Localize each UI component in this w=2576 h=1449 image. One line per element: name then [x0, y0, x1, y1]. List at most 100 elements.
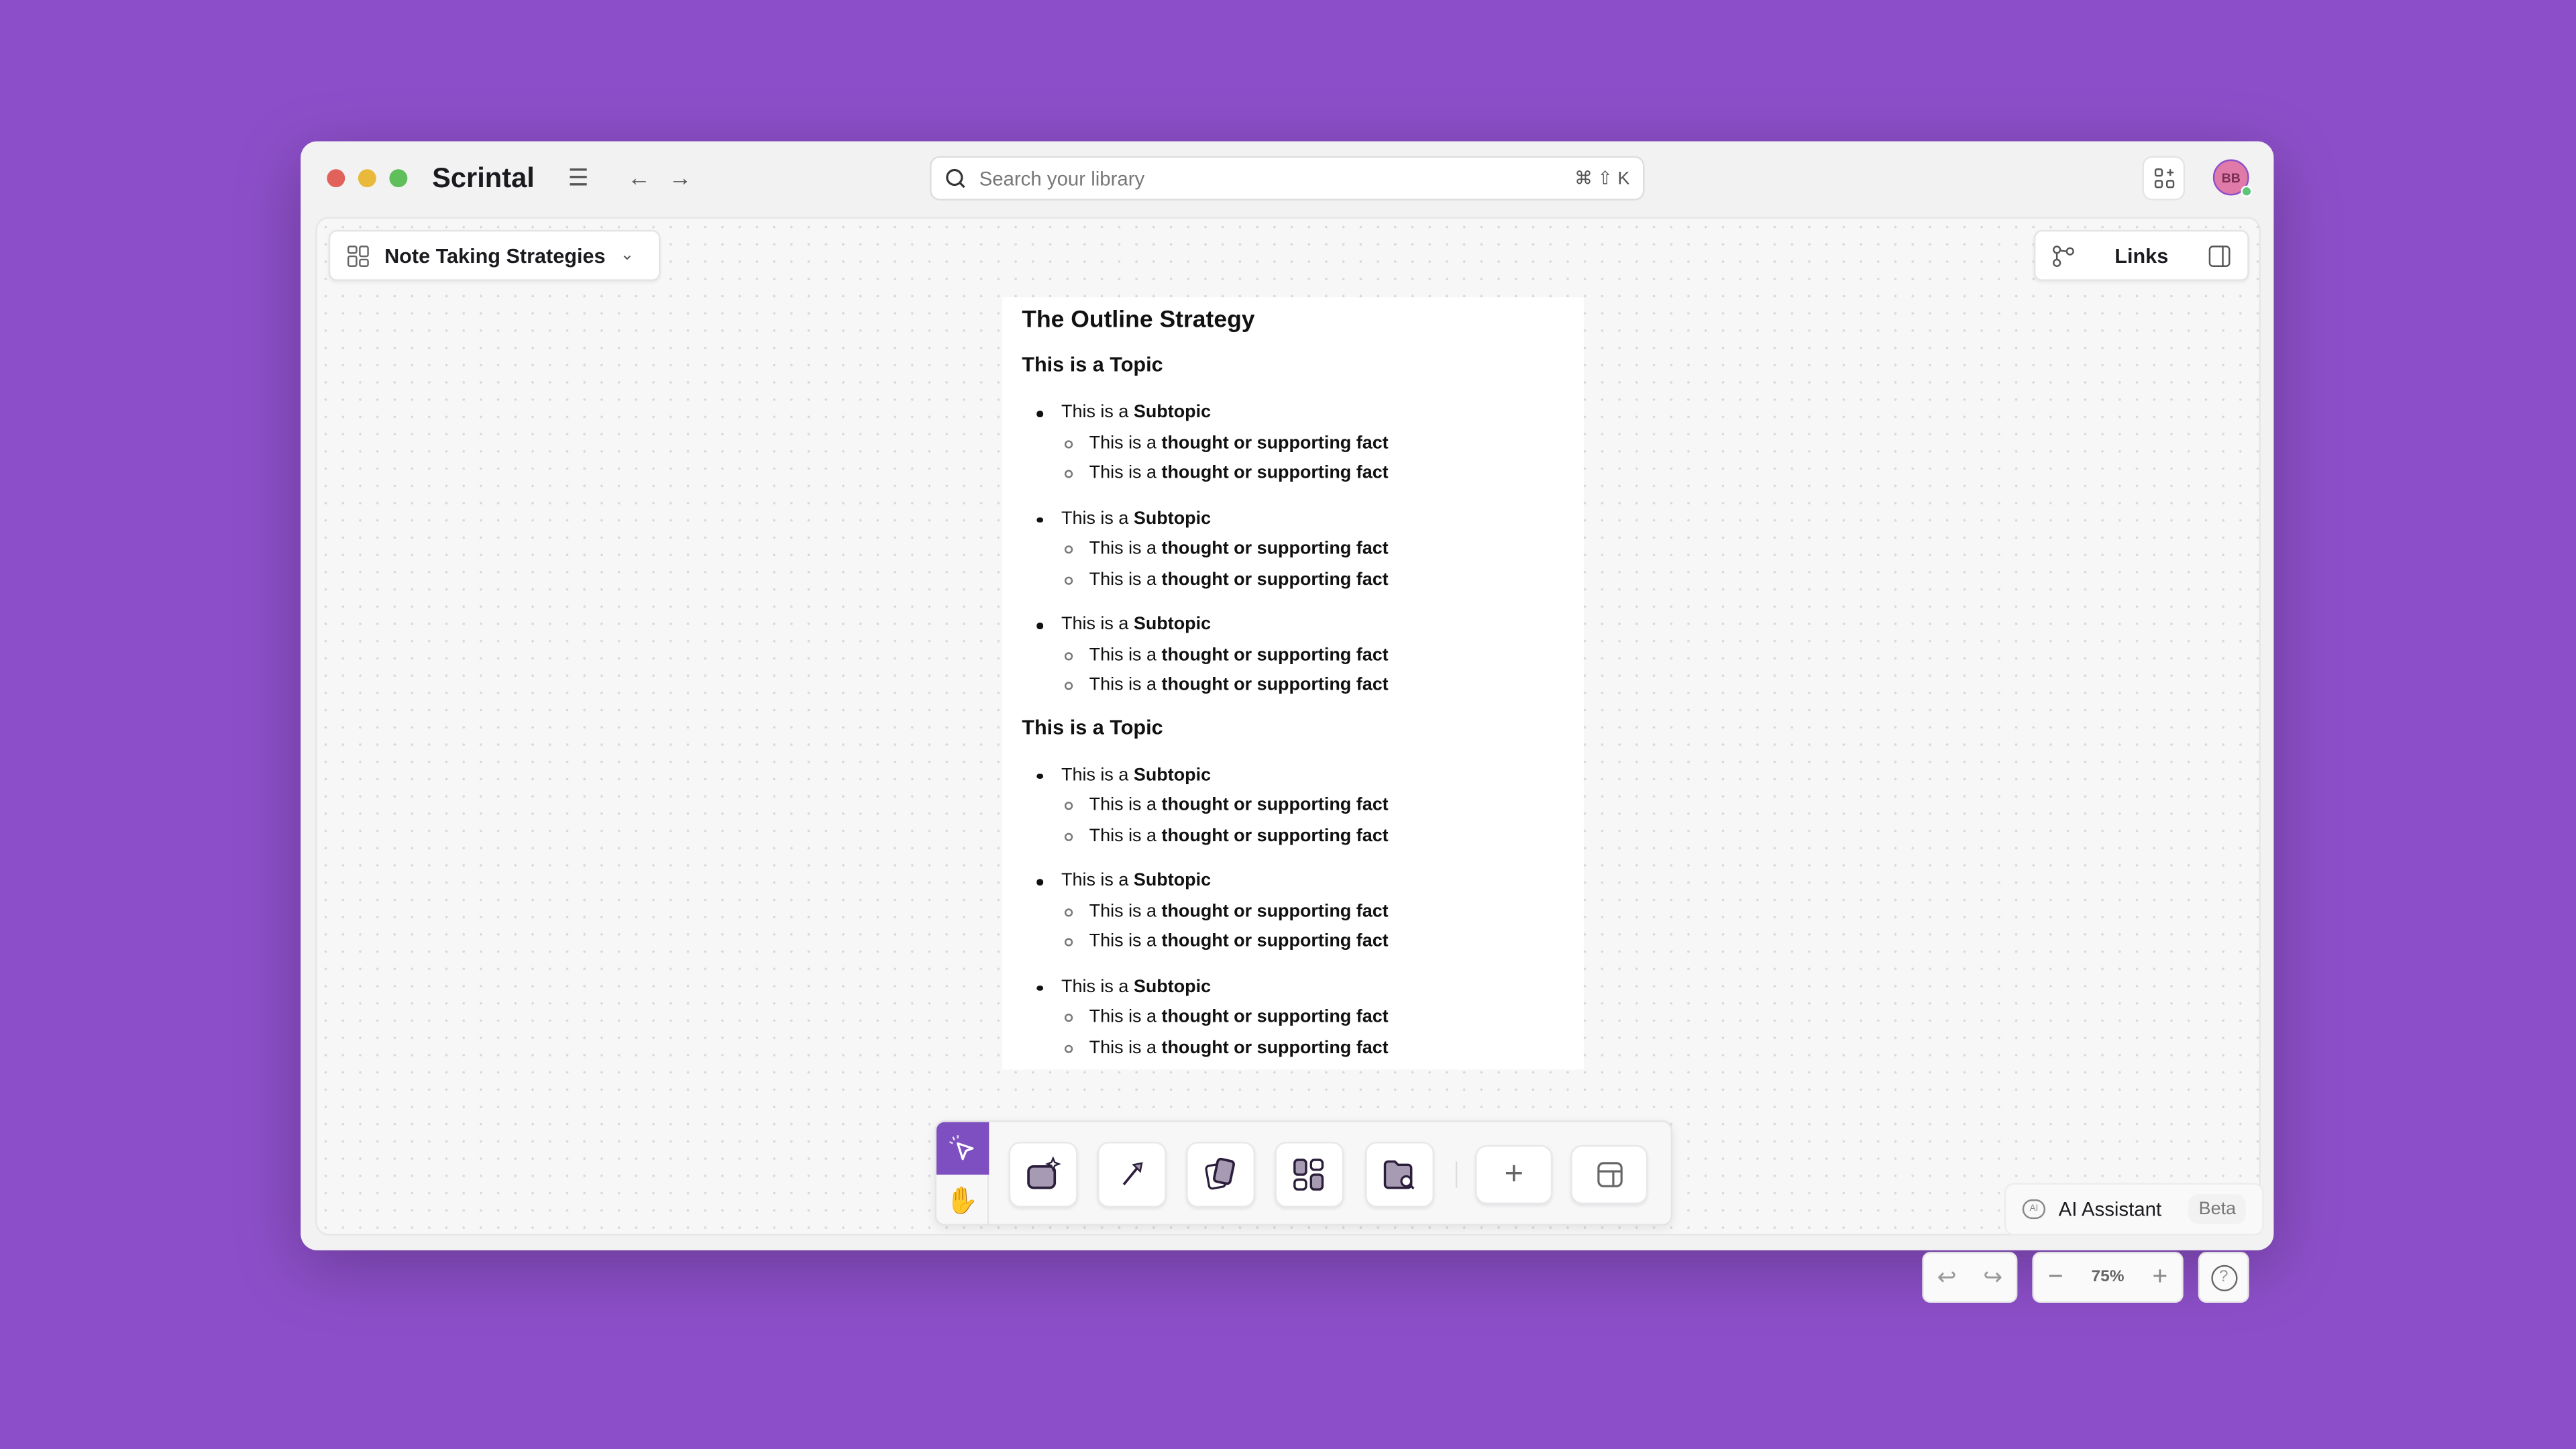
folder-search-icon — [1383, 1160, 1415, 1189]
card-sparkle-icon — [1027, 1157, 1061, 1189]
fact-item: This is a thought or supporting fact — [1022, 640, 1564, 670]
fact-label: thought or supporting fact — [1161, 901, 1389, 921]
board-canvas[interactable]: Note Taking Strategies ⌄ Links The Outli… — [315, 217, 2264, 1303]
add-widget-button[interactable] — [2142, 156, 2186, 201]
subtopic-item: This is a Subtopic — [1022, 972, 1564, 1002]
fact-prefix: This is a — [1089, 1007, 1162, 1027]
ai-assistant-label: AI Assistant — [2058, 1197, 2162, 1221]
zoom-out-button[interactable]: − — [2048, 1263, 2063, 1292]
maximize-window-button[interactable] — [389, 169, 408, 188]
links-label: Links — [2114, 244, 2169, 267]
fact-prefix: This is a — [1089, 645, 1162, 665]
subtopic-item: This is a Subtopic — [1022, 398, 1564, 428]
search-folder-button[interactable] — [1365, 1142, 1434, 1208]
side-panel-icon[interactable] — [2208, 244, 2231, 267]
fact-label: thought or supporting fact — [1161, 795, 1389, 815]
app-window: Scrintal ☰ ← → Search your library ⌘ ⇧ K… — [301, 141, 2274, 1303]
help-button[interactable]: ? — [2198, 1252, 2249, 1303]
fact-label: thought or supporting fact — [1161, 645, 1389, 665]
fact-item: This is a thought or supporting fact — [1022, 670, 1564, 700]
layout-template-button[interactable] — [1570, 1144, 1648, 1205]
undo-icon[interactable]: ↩ — [1937, 1263, 1957, 1291]
menu-icon[interactable]: ☰ — [564, 161, 593, 194]
fact-label: thought or supporting fact — [1161, 825, 1389, 846]
subtopic-group: This is a Subtopic This is a thought or s… — [1022, 866, 1564, 957]
topic-heading: This is a Topic — [1022, 353, 1163, 376]
fact-prefix: This is a — [1089, 931, 1162, 951]
subtopic-label: Subtopic — [1133, 870, 1212, 891]
fact-prefix: This is a — [1089, 795, 1162, 815]
avatar[interactable]: BB — [2212, 159, 2253, 197]
subtopic-prefix: This is a — [1061, 765, 1134, 785]
fact-item: This is a thought or supporting fact — [1022, 458, 1564, 488]
subtopic-prefix: This is a — [1061, 508, 1134, 529]
fact-item: This is a thought or supporting fact — [1022, 820, 1564, 851]
board-icon — [347, 244, 369, 266]
chevron-down-icon: ⌄ — [620, 246, 635, 265]
fact-prefix: This is a — [1089, 901, 1162, 921]
subtopic-label: Subtopic — [1133, 976, 1212, 997]
ai-assistant-button[interactable]: AI AI Assistant Beta — [2004, 1183, 2264, 1236]
fact-label: thought or supporting fact — [1161, 433, 1389, 453]
zoom-level: 75% — [2091, 1268, 2125, 1287]
fact-prefix: This is a — [1089, 569, 1162, 589]
layout-icon — [1597, 1162, 1622, 1187]
redo-icon[interactable]: ↪ — [1983, 1263, 2002, 1291]
fact-item: This is a thought or supporting fact — [1022, 790, 1564, 820]
select-tool-button[interactable] — [936, 1122, 989, 1175]
fact-prefix: This is a — [1089, 463, 1162, 484]
forward-arrow-icon[interactable]: → — [665, 161, 695, 194]
fact-item: This is a thought or supporting fact — [1022, 1032, 1564, 1063]
subtopic-prefix: This is a — [1061, 614, 1134, 635]
fact-prefix: This is a — [1089, 1037, 1162, 1057]
stacked-cards-icon — [1205, 1157, 1235, 1190]
beta-badge: Beta — [2188, 1194, 2246, 1224]
board-title: Note Taking Strategies — [384, 244, 606, 267]
subtopic-label: Subtopic — [1133, 402, 1212, 423]
fact-label: thought or supporting fact — [1161, 1007, 1389, 1027]
search-input[interactable]: Search your library ⌘ ⇧ K — [930, 156, 1645, 201]
arrow-tool-button[interactable] — [1097, 1142, 1167, 1208]
add-button[interactable]: + — [1475, 1144, 1553, 1205]
back-arrow-icon[interactable]: ← — [625, 161, 654, 194]
subtopic-group: This is a Subtopic This is a thought or s… — [1022, 972, 1564, 1063]
subtopic-group: This is a Subtopic This is a thought or s… — [1022, 760, 1564, 851]
fact-item: This is a thought or supporting fact — [1022, 1002, 1564, 1032]
document-title: The Outline Strategy — [1022, 307, 1255, 334]
search-icon — [946, 168, 965, 189]
subtopic-item: This is a Subtopic — [1022, 504, 1564, 534]
fact-item: This is a thought or supporting fact — [1022, 926, 1564, 957]
fact-label: thought or supporting fact — [1161, 463, 1389, 484]
avatar-initials: BB — [2221, 170, 2241, 185]
subtopic-item: This is a Subtopic — [1022, 866, 1564, 896]
fact-item: This is a thought or supporting fact — [1022, 534, 1564, 564]
fact-label: thought or supporting fact — [1161, 1037, 1389, 1057]
subtopic-prefix: This is a — [1061, 870, 1134, 891]
close-window-button[interactable] — [327, 169, 345, 188]
subtopic-group: This is a Subtopic This is a thought or s… — [1022, 610, 1564, 701]
zoom-control: − 75% + — [2032, 1252, 2184, 1303]
links-graph-icon — [2053, 244, 2074, 266]
undo-redo-group: ↩ ↪ — [1922, 1252, 2018, 1303]
subtopic-prefix: This is a — [1061, 402, 1134, 423]
document-card[interactable]: The Outline Strategy This is a Topic This… — [1002, 297, 1584, 1070]
minimize-window-button[interactable] — [358, 169, 376, 188]
widgets-add-icon — [2153, 168, 2174, 189]
grid-icon — [1293, 1159, 1324, 1191]
fact-prefix: This is a — [1089, 539, 1162, 559]
subtopic-label: Subtopic — [1133, 614, 1212, 635]
board-title-dropdown[interactable]: Note Taking Strategies ⌄ — [328, 229, 661, 281]
zoom-in-button[interactable]: + — [2152, 1263, 2167, 1292]
arrow-icon — [1122, 1162, 1143, 1185]
search-shortcut: ⌘ ⇧ K — [1574, 169, 1630, 189]
pan-tool-button[interactable]: ✋ — [936, 1175, 989, 1224]
creation-toolbar: ✋ + — [934, 1120, 1673, 1226]
cards-stack-button[interactable] — [1186, 1142, 1256, 1208]
subtopic-prefix: This is a — [1061, 976, 1134, 997]
subtopic-group: This is a Subtopic This is a thought or s… — [1022, 504, 1564, 595]
new-card-button[interactable] — [1008, 1142, 1078, 1208]
links-panel-button[interactable]: Links — [2033, 229, 2249, 281]
board-layout-button[interactable] — [1275, 1142, 1344, 1208]
subtopic-item: This is a Subtopic — [1022, 610, 1564, 640]
hand-icon: ✋ — [945, 1187, 979, 1216]
